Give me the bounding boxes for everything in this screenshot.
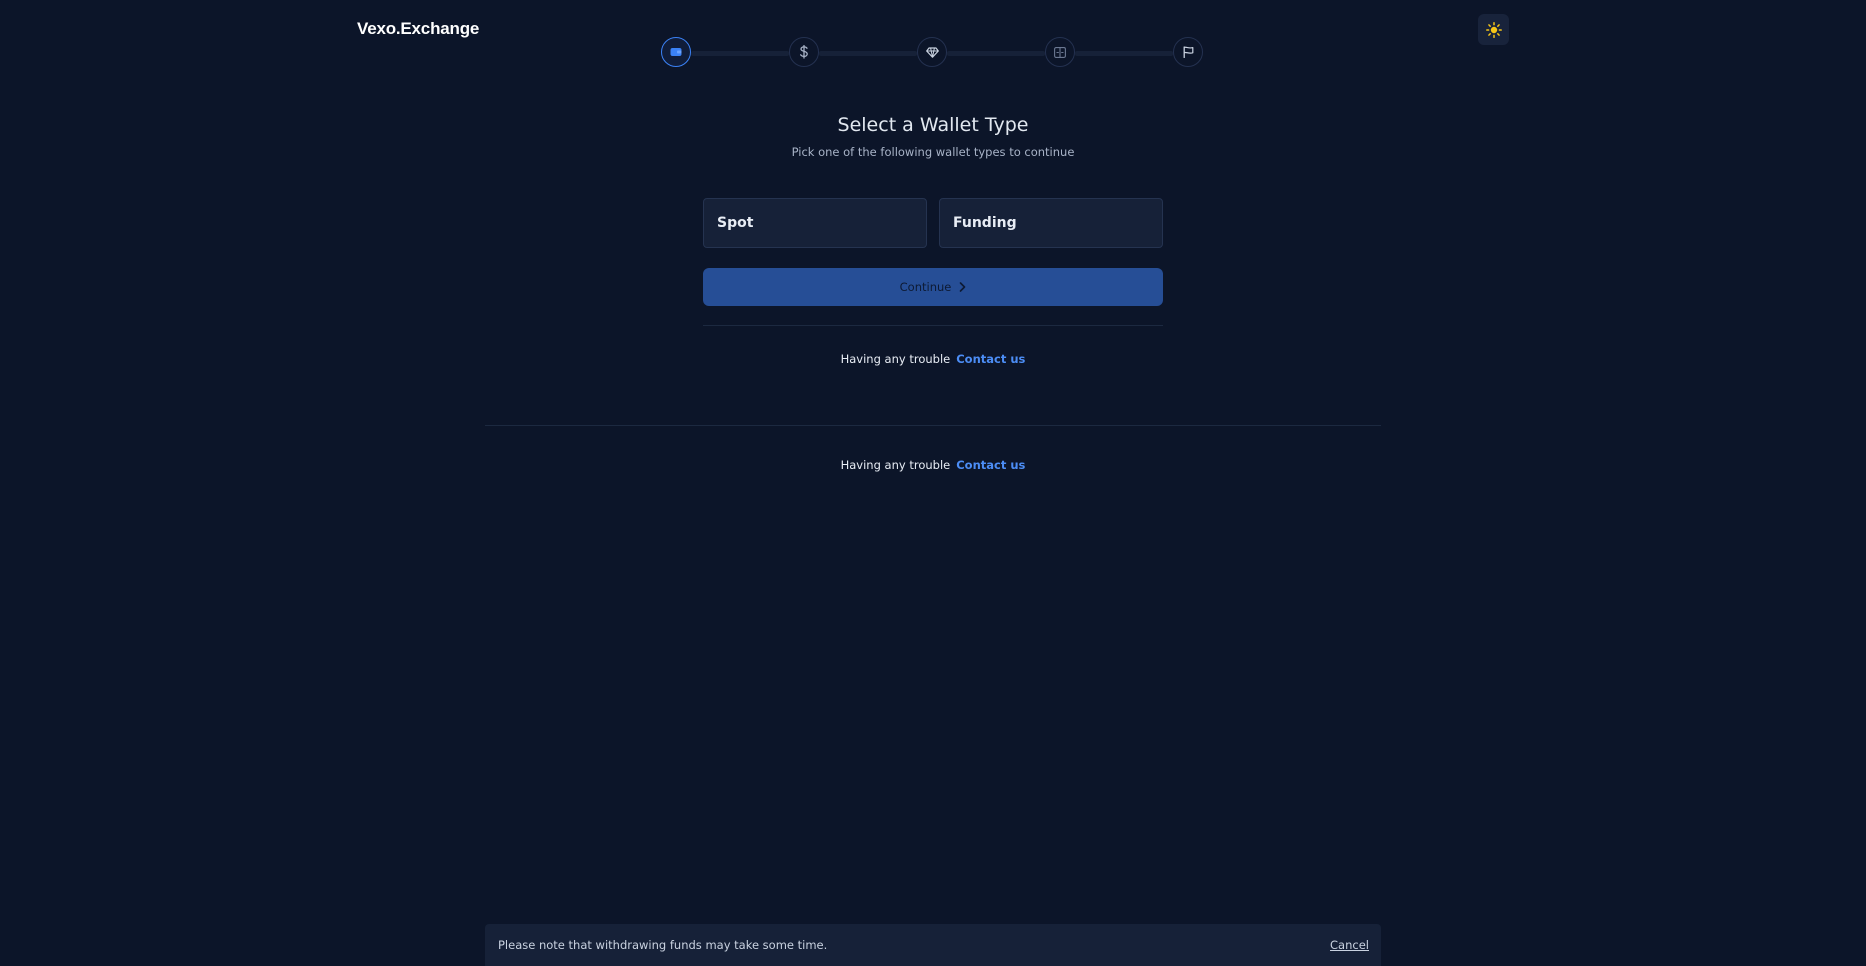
footer-contact-us-link[interactable]: Contact us — [956, 458, 1025, 472]
step-finish — [1173, 37, 1203, 67]
logo[interactable]: Vexo.Exchange — [357, 19, 479, 39]
divider — [703, 325, 1163, 326]
progress-stepper — [661, 37, 1205, 69]
withdraw-notice-bar: Please note that withdrawing funds may t… — [485, 924, 1381, 966]
step-wallet — [661, 37, 691, 67]
continue-label: Continue — [899, 280, 952, 294]
step-connector — [1075, 51, 1173, 56]
sun-icon — [1485, 21, 1502, 38]
dollar-icon — [800, 45, 808, 59]
chevron-right-icon — [960, 282, 966, 292]
footer-help-row: Having any trouble Contact us — [0, 458, 1866, 472]
wallet-icon — [670, 48, 682, 56]
page-title: Select a Wallet Type — [837, 114, 1029, 136]
step-transfer — [1045, 37, 1075, 67]
flag-icon — [1183, 46, 1193, 58]
exchange-icon — [1054, 46, 1066, 58]
wallet-option-spot[interactable]: Spot — [703, 198, 927, 248]
step-connector — [947, 51, 1045, 56]
continue-button[interactable]: Continue — [703, 268, 1163, 306]
page-subtitle: Pick one of the following wallet types t… — [791, 145, 1075, 159]
step-amount — [789, 37, 819, 67]
page: Vexo.Exchange Select a Wallet Type Pick … — [0, 0, 1866, 966]
step-asset — [917, 37, 947, 67]
help-text: Having any trouble — [840, 352, 951, 366]
wallet-option-funding[interactable]: Funding — [939, 198, 1163, 248]
wallet-type-options: Spot Funding — [703, 198, 1163, 248]
step-connector — [691, 51, 789, 56]
contact-us-link[interactable]: Contact us — [956, 352, 1025, 366]
help-row: Having any trouble Contact us — [0, 352, 1866, 366]
step-connector — [819, 51, 917, 56]
help-text: Having any trouble — [840, 458, 951, 472]
divider — [485, 425, 1381, 426]
notice-text: Please note that withdrawing funds may t… — [498, 938, 828, 952]
diamond-icon — [925, 46, 939, 58]
cancel-link[interactable]: Cancel — [1330, 938, 1369, 952]
theme-toggle-button[interactable] — [1478, 14, 1509, 45]
